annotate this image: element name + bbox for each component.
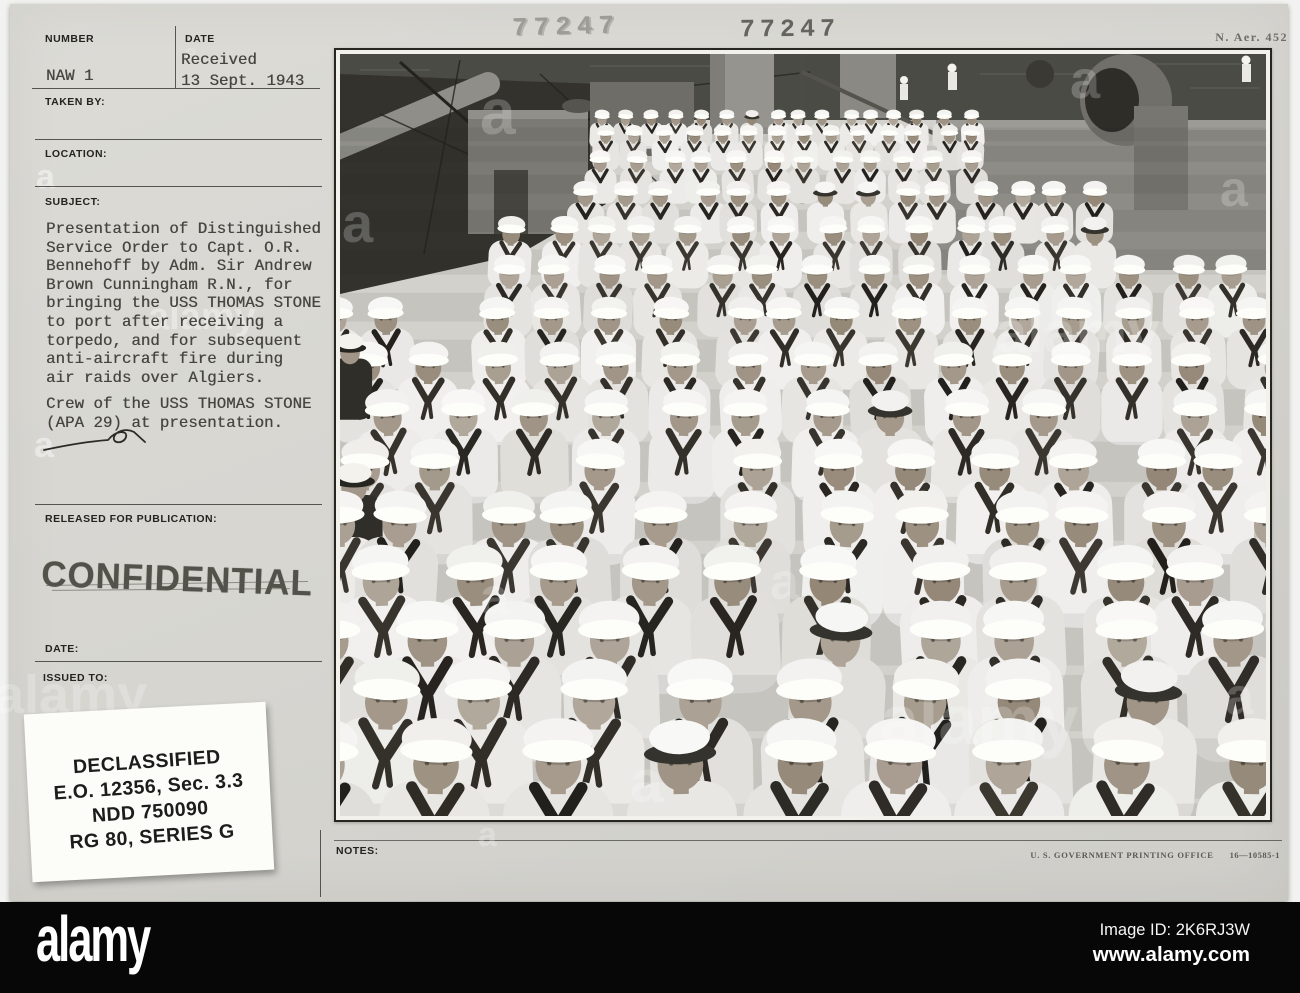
svg-text:alamy: alamy: [880, 681, 1079, 759]
form-rule: [35, 186, 322, 188]
notes-label: NOTES:: [336, 845, 379, 857]
form-divider: [320, 830, 322, 897]
svg-text:a: a: [1220, 161, 1249, 217]
taken-by-label: TAKEN BY:: [45, 96, 106, 108]
alamy-url: www.alamy.com: [1092, 943, 1250, 966]
photo-number-stamp-right: 77247: [739, 14, 841, 45]
form-rule: [35, 661, 322, 663]
form-rule: [334, 840, 1282, 842]
crew-photo-illustration: a a a a a a a alamy alamy a: [340, 54, 1266, 816]
number-label: NUMBER: [45, 33, 95, 45]
image-id-label: Image ID:: [1099, 921, 1172, 939]
printer-credit: U. S. GOVERNMENT PRINTING OFFICE: [1030, 850, 1214, 860]
svg-text:a: a: [1070, 54, 1101, 110]
printer-code: 16—10585-1: [1229, 850, 1280, 860]
printer-credit-line: U. S. GOVERNMENT PRINTING OFFICE 16—10585…: [1030, 850, 1280, 860]
crew-crowd: [340, 109, 1266, 816]
subject-text: Presentation of Distinguished Service Or…: [46, 220, 321, 387]
photo-card-scan: a a alamy a alamy a NUMBER DATE NAW 1 Re…: [0, 0, 1300, 993]
svg-text:a: a: [480, 76, 516, 148]
svg-text:alamy: alamy: [995, 300, 1159, 365]
alamy-logo: alamy: [36, 903, 151, 975]
location-label: LOCATION:: [45, 148, 108, 160]
svg-text:a: a: [630, 748, 664, 815]
archive-ref: N. Aer. 452: [1215, 30, 1288, 44]
date-label: DATE: [185, 33, 215, 45]
subject-label: SUBJECT:: [45, 196, 101, 208]
released-label: RELEASED FOR PUBLICATION:: [45, 513, 218, 525]
form-rule: [35, 504, 322, 506]
image-id-value: 2K6RJ3W: [1175, 921, 1250, 939]
declassified-stamp: DECLASSIFIED E.O. 12356, Sec. 3.3 NDD 75…: [25, 742, 273, 859]
svg-text:a: a: [480, 568, 510, 626]
number-value: NAW 1: [46, 67, 94, 85]
form-rule: [35, 139, 322, 141]
image-id-line: Image ID: 2K6RJ3W: [1100, 921, 1250, 940]
date-issued-label: DATE:: [45, 643, 79, 655]
date-received-value: Received 13 Sept. 1943: [181, 51, 305, 90]
confidential-stamp: CONFIDENTIAL: [40, 553, 314, 604]
svg-text:a: a: [770, 553, 800, 611]
svg-text:a: a: [342, 191, 374, 254]
form-divider: [175, 26, 177, 88]
handwritten-mark: [43, 429, 146, 451]
issued-to-label: ISSUED TO:: [43, 672, 108, 684]
declassified-slip: DECLASSIFIED E.O. 12356, Sec. 3.3 NDD 75…: [23, 701, 275, 883]
photo-number-stamp-left: 77247: [511, 10, 621, 44]
crew-photo: a a a a a a a alamy alamy a: [334, 48, 1272, 822]
svg-text:a: a: [1225, 668, 1255, 726]
